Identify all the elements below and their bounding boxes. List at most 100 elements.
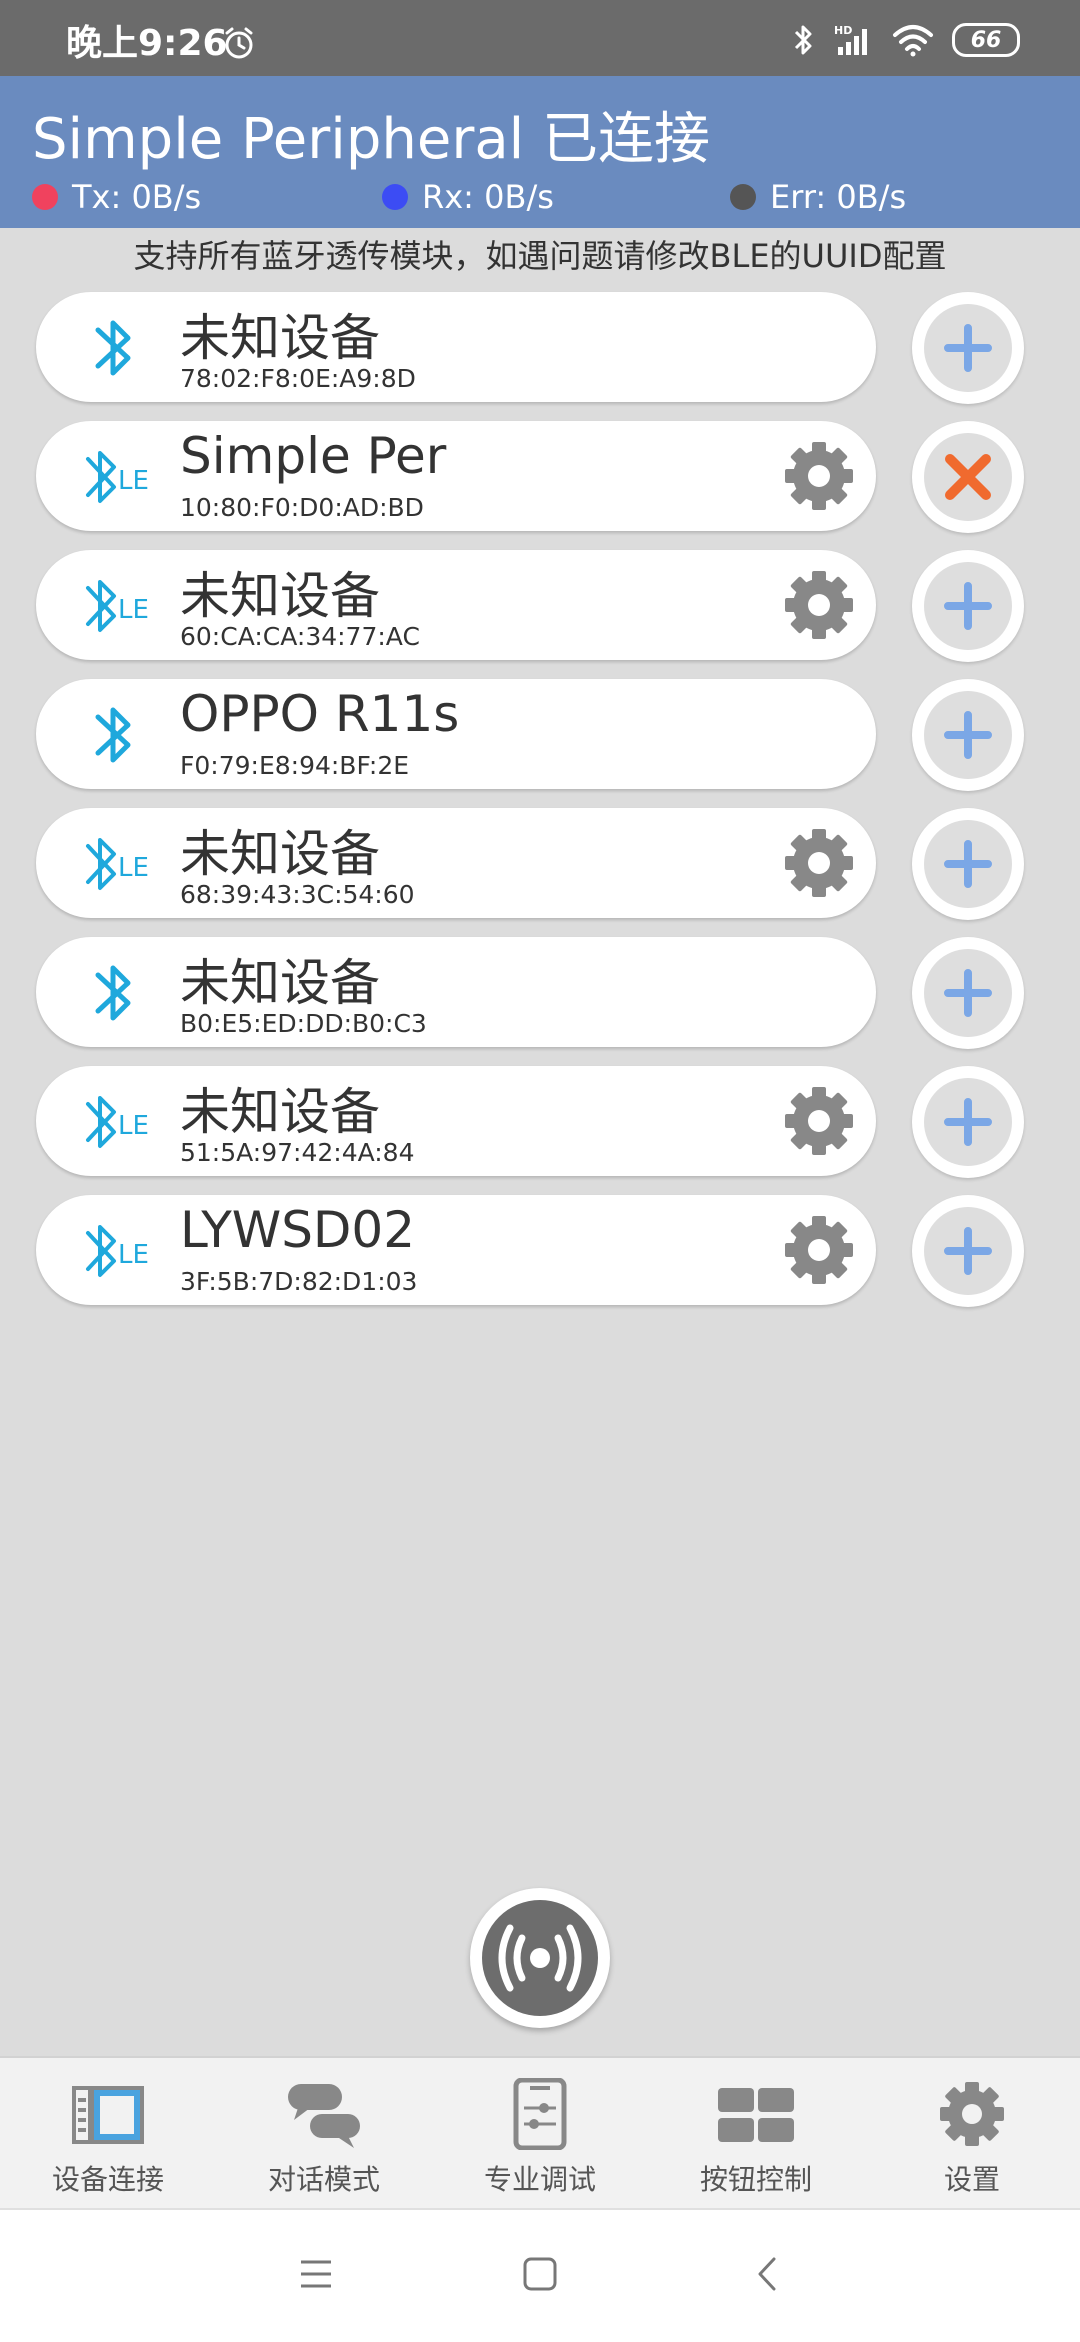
home-icon[interactable] [522,2256,558,2292]
bluetooth-icon [95,707,131,763]
device-card[interactable]: OPPO R11s F0:79:E8:94:BF:2E [36,679,876,789]
bluetooth-status-icon [794,25,812,55]
device-row: LE 未知设备 60:CA:CA:34:77:AC [0,550,1080,666]
plus-icon [944,324,992,372]
nav-chat-mode[interactable]: 对话模式 [216,2058,432,2210]
device-card[interactable]: 未知设备 B0:E5:ED:DD:B0:C3 [36,937,876,1047]
device-name: OPPO R11s [180,685,460,743]
battery-level: 66 [970,27,1002,53]
tx-rate: Tx: 0B/s [32,178,201,216]
svg-text:LE: LE [118,853,149,883]
tx-rate-label: Tx: 0B/s [72,178,202,216]
connect-button[interactable] [912,808,1024,920]
gear-icon[interactable] [782,568,856,642]
device-name: 未知设备 [180,567,380,625]
device-row: LE Simple Per 10:80:F0:D0:AD:BD [0,421,1080,537]
wifi-icon [893,25,933,57]
device-name: Simple Per [180,427,447,485]
plus-icon [944,711,992,759]
chat-icon [288,2084,360,2148]
nav-label: 专业调试 [483,2163,596,2196]
svg-text:LE: LE [118,595,149,625]
connect-button[interactable] [912,937,1024,1049]
close-icon [945,454,991,500]
device-name: 未知设备 [180,825,380,883]
scan-button[interactable] [470,1888,610,2028]
app-header: Simple Peripheral 已连接 Tx: 0B/s Rx: 0B/s … [0,76,1080,228]
bluetooth-le-icon: LE [86,838,149,890]
gear-icon[interactable] [782,1084,856,1158]
gear-icon[interactable] [782,439,856,513]
rx-rate-label: Rx: 0B/s [422,178,554,216]
device-card[interactable]: LE 未知设备 60:CA:CA:34:77:AC [36,550,876,660]
connect-button[interactable] [912,679,1024,791]
menu-icon[interactable] [298,2256,334,2292]
gear-icon [940,2082,1004,2146]
connect-button[interactable] [912,1195,1024,1307]
device-card[interactable]: LE 未知设备 51:5A:97:42:4A:84 [36,1066,876,1176]
plus-icon [944,582,992,630]
nav-pro-debug[interactable]: 专业调试 [432,2058,648,2210]
device-row: LE 未知设备 68:39:43:3C:54:60 [0,808,1080,924]
button-grid-icon [718,2088,794,2142]
device-card[interactable]: 未知设备 78:02:F8:0E:A9:8D [36,292,876,402]
bluetooth-icon [95,965,131,1021]
device-mac: 3F:5B:7D:82:D1:03 [180,1267,418,1296]
device-mac: 10:80:F0:D0:AD:BD [180,493,424,522]
nav-button-control[interactable]: 按钮控制 [648,2058,864,2210]
plus-icon [944,840,992,888]
debug-icon [513,2078,567,2150]
bluetooth-le-icon: LE [86,580,149,632]
bluetooth-le-icon: LE [86,1225,149,1277]
status-time: 晚上9:26 [66,23,228,64]
nav-device-connect[interactable]: 设备连接 [0,2058,216,2210]
rx-dot-icon [382,184,408,210]
battery-icon: 66 [952,23,1020,57]
device-mac: 60:CA:CA:34:77:AC [180,622,420,651]
svg-text:LE: LE [118,466,149,496]
gear-icon[interactable] [782,1213,856,1287]
device-mac: 78:02:F8:0E:A9:8D [180,364,416,393]
bluetooth-le-icon: LE [86,1096,149,1148]
device-row: LE LYWSD02 3F:5B:7D:82:D1:03 [0,1195,1080,1311]
bluetooth-le-icon: LE [86,451,149,503]
connect-button[interactable] [912,550,1024,662]
status-bar: 晚上9:26 HD 66 [0,0,1080,76]
broadcast-icon [498,1924,582,1992]
device-name: 未知设备 [180,954,380,1012]
plus-icon [944,1227,992,1275]
device-mac: 51:5A:97:42:4A:84 [180,1138,415,1167]
back-icon[interactable] [752,2256,782,2292]
device-row: 未知设备 B0:E5:ED:DD:B0:C3 [0,937,1080,1053]
device-row: OPPO R11s F0:79:E8:94:BF:2E [0,679,1080,795]
nav-settings[interactable]: 设置 [864,2058,1080,2210]
device-mac: F0:79:E8:94:BF:2E [180,751,410,780]
alarm-icon [225,27,253,59]
gear-icon[interactable] [782,826,856,900]
device-row: LE 未知设备 51:5A:97:42:4A:84 [0,1066,1080,1182]
device-mac: 68:39:43:3C:54:60 [180,880,415,909]
device-name: LYWSD02 [180,1201,416,1259]
device-card[interactable]: LE 未知设备 68:39:43:3C:54:60 [36,808,876,918]
signal-icon: HD [834,24,867,55]
device-row: 未知设备 78:02:F8:0E:A9:8D [0,292,1080,408]
plus-icon [944,1098,992,1146]
disconnect-button[interactable] [912,421,1024,533]
device-name: 未知设备 [180,1083,380,1141]
rx-rate: Rx: 0B/s [382,178,554,216]
nav-label: 设置 [943,2163,1000,2196]
device-card[interactable]: LE LYWSD02 3F:5B:7D:82:D1:03 [36,1195,876,1305]
connect-button[interactable] [912,1066,1024,1178]
device-name: 未知设备 [180,309,380,367]
system-nav-bar [0,2208,1080,2342]
page-title: Simple Peripheral 已连接 [32,107,711,172]
nav-label: 设备连接 [51,2163,164,2196]
err-dot-icon [730,184,756,210]
error-rate: Err: 0B/s [730,178,906,216]
bluetooth-icon [95,320,131,376]
device-card[interactable]: LE Simple Per 10:80:F0:D0:AD:BD [36,421,876,531]
connect-button[interactable] [912,292,1024,404]
svg-text:HD: HD [834,24,852,37]
plus-icon [944,969,992,1017]
bottom-nav: 设备连接 对话模式 专业调试 按钮控制 设置 [0,2056,1080,2210]
